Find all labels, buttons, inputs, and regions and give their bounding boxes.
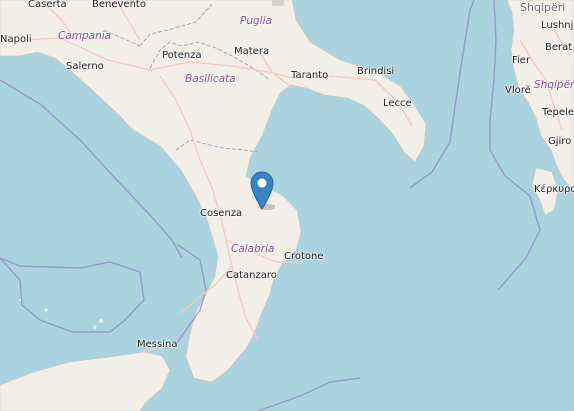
map-canvas[interactable]: Caserta Benevento Napoli Salerno Potenza… (0, 0, 574, 411)
city-label-berat: Berat (545, 42, 573, 53)
city-label-gjirokaster: Gjiro (548, 136, 572, 147)
region-label-calabria: Calabria (231, 243, 275, 255)
city-label-catanzaro: Catanzaro (226, 270, 277, 281)
city-label-caserta: Caserta (28, 0, 67, 10)
city-label-lushnje: Lushnjë (541, 20, 574, 31)
city-label-potenza: Potenza (162, 50, 202, 61)
city-label-cosenza: Cosenza (200, 208, 243, 219)
map-pin-icon[interactable] (249, 170, 275, 210)
city-label-crotone: Crotone (284, 251, 324, 262)
country-label-albania: Shqipëri (520, 1, 566, 14)
city-label-tepelene: Tepelen (542, 107, 574, 118)
city-label-brindisi: Brindisi (357, 66, 395, 77)
region-label-shqiperi: Shqipëri (534, 79, 574, 91)
region-label-campania: Campania (58, 30, 112, 42)
city-label-vlore: Vlorë (505, 85, 531, 96)
city-label-messina: Messina (137, 339, 178, 350)
city-label-taranto: Taranto (291, 70, 329, 81)
city-label-napoli: Napoli (0, 34, 32, 45)
region-label-basilicata: Basilicata (185, 73, 236, 85)
city-label-benevento: Benevento (92, 0, 146, 10)
city-label-matera: Matera (234, 46, 270, 57)
region-label-puglia: Puglia (240, 15, 272, 27)
city-label-lecce: Lecce (383, 98, 412, 109)
city-label-kerkyra: Κέρκυρα (534, 184, 574, 195)
city-label-salerno: Salerno (66, 61, 104, 72)
city-label-fier: Fier (512, 55, 531, 66)
